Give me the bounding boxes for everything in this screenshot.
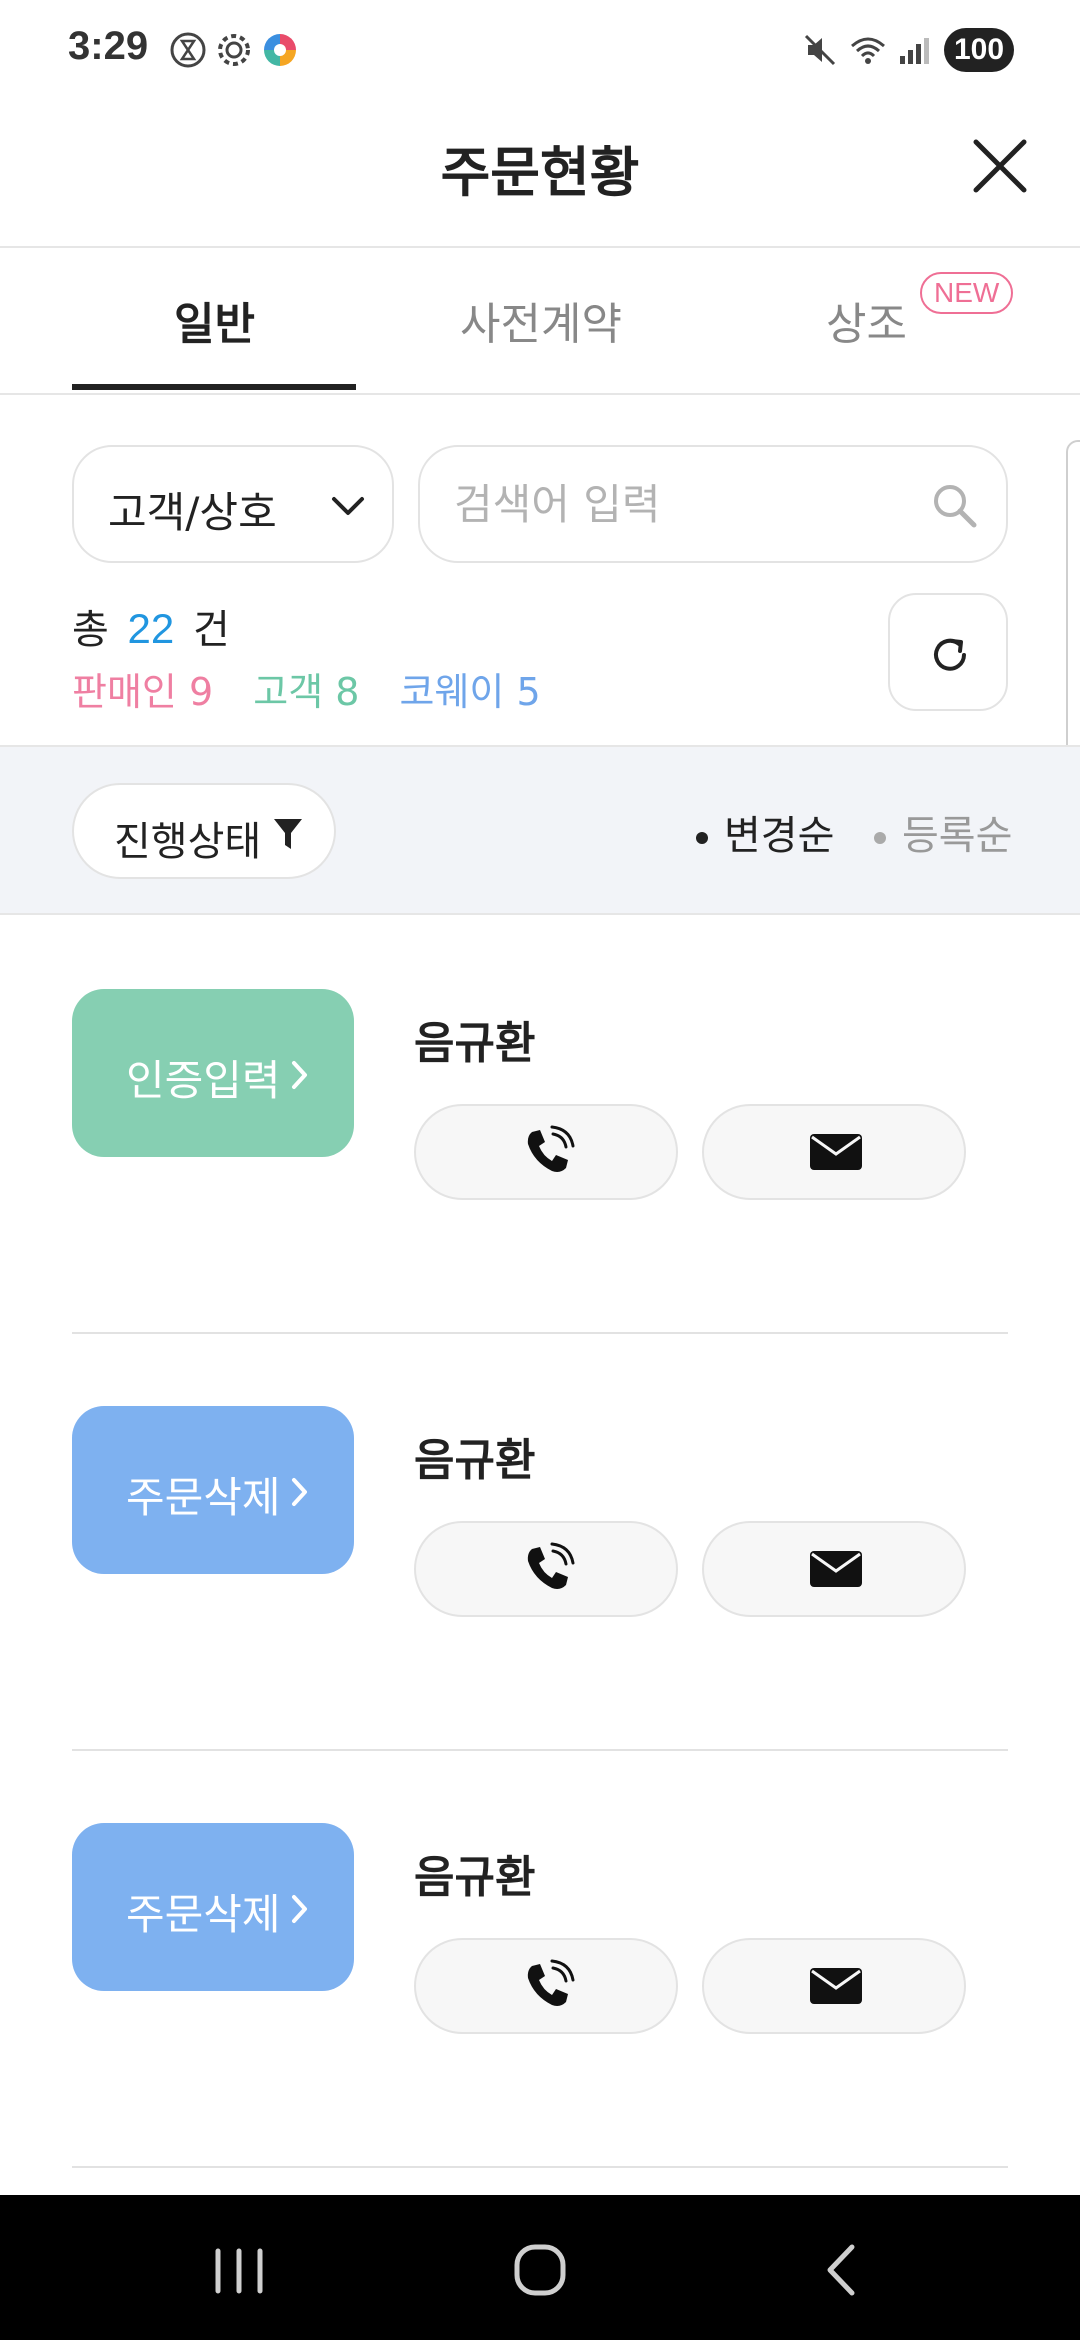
count-breakdown: 판매인 9 고객 8 코웨이 5 [72, 661, 541, 716]
order-status-label: 인증입력 [126, 1056, 281, 1105]
status-filter-button[interactable]: 진행상태 [72, 783, 336, 879]
tab-bar: 일반 사전계약 상조 NEW [0, 250, 1080, 395]
phone-icon [527, 1542, 575, 1589]
status-bar: 3:29 100 [0, 0, 1080, 100]
order-status-button[interactable]: 인증입력 [72, 989, 354, 1157]
search-area: 고객/상호 총 22 건 판매인 9 고객 8 코웨이 5 [0, 397, 1080, 745]
hourglass-icon [170, 32, 206, 68]
call-button[interactable] [414, 1104, 678, 1200]
back-icon[interactable] [808, 2235, 878, 2305]
sort-label: 등록순 [902, 813, 1013, 859]
new-badge: NEW [920, 272, 1014, 314]
message-button[interactable] [702, 1938, 966, 2034]
order-status-label: 주문삭제 [126, 1890, 281, 1939]
signal-icon [900, 38, 929, 64]
battery-indicator: 100 [944, 28, 1014, 72]
search-box [418, 445, 1008, 563]
total-count-number: 22 [127, 605, 175, 652]
tab-general[interactable]: 일반 [174, 288, 255, 352]
chevron-right-icon [292, 1478, 307, 1506]
sort-label: 변경순 [724, 813, 835, 859]
home-icon[interactable] [505, 2235, 575, 2305]
status-filter-label: 진행상태 [114, 819, 262, 865]
recent-apps-icon[interactable] [204, 2235, 274, 2305]
seller-count: 판매인 9 [72, 670, 214, 714]
settings-gear-icon [218, 34, 250, 66]
total-count: 총 22 건 [72, 597, 230, 655]
coway-count: 코웨이 5 [399, 670, 541, 714]
side-drawer-handle[interactable] [1066, 440, 1080, 780]
chevron-right-icon [292, 1061, 307, 1089]
mail-icon [810, 1968, 862, 2004]
close-icon[interactable] [960, 126, 1040, 206]
filter-funnel-icon [274, 819, 302, 849]
message-button[interactable] [702, 1104, 966, 1200]
mail-icon [810, 1551, 862, 1587]
wifi-icon [851, 37, 885, 64]
customer-name: 음규환 [414, 1435, 536, 1486]
order-status-label: 주문삭제 [126, 1473, 281, 1522]
chevron-right-icon [292, 1895, 307, 1923]
phone-icon [527, 1959, 575, 2006]
order-row: 주문삭제 음규환 [0, 1751, 1080, 2168]
divider [72, 2166, 1008, 2168]
order-status-button[interactable]: 주문삭제 [72, 1823, 354, 1991]
search-category-select[interactable]: 고객/상호 [72, 445, 394, 563]
tab-pre-contract[interactable]: 사전계약 [460, 288, 622, 352]
chevron-down-icon [332, 497, 364, 515]
search-input[interactable] [454, 473, 914, 535]
sort-by-registered[interactable]: 등록순 [874, 803, 1012, 861]
call-button[interactable] [414, 1938, 678, 2034]
total-prefix: 총 [72, 607, 109, 653]
page-title: 주문현황 [440, 141, 640, 204]
customer-count: 고객 8 [253, 670, 360, 714]
status-time: 3:29 [68, 24, 149, 68]
sort-by-changed[interactable]: 변경순 [696, 803, 834, 861]
refresh-button[interactable] [888, 593, 1008, 711]
customer-name: 음규환 [414, 1018, 536, 1069]
tab-funeral[interactable]: 상조 [826, 288, 907, 352]
selected-dot-icon [696, 832, 708, 844]
unselected-dot-icon [874, 832, 886, 844]
filter-bar: 진행상태 변경순 등록순 [0, 745, 1080, 915]
total-suffix: 건 [192, 607, 230, 653]
order-row: 주문삭제 음규환 [0, 1334, 1080, 1751]
header: 주문현황 [0, 100, 1080, 248]
search-icon[interactable] [930, 481, 980, 531]
refresh-icon [934, 638, 966, 671]
mute-icon [804, 34, 836, 66]
system-nav-bar [0, 2195, 1080, 2340]
search-category-label: 고객/상호 [108, 488, 277, 537]
call-button[interactable] [414, 1521, 678, 1617]
phone-icon [527, 1125, 575, 1172]
order-status-button[interactable]: 주문삭제 [72, 1406, 354, 1574]
active-tab-indicator [72, 384, 356, 390]
mail-icon [810, 1134, 862, 1170]
order-row: 인증입력 음규환 [0, 917, 1080, 1334]
customer-name: 음규환 [414, 1852, 536, 1903]
message-button[interactable] [702, 1521, 966, 1617]
app-logo-icon [264, 34, 296, 66]
